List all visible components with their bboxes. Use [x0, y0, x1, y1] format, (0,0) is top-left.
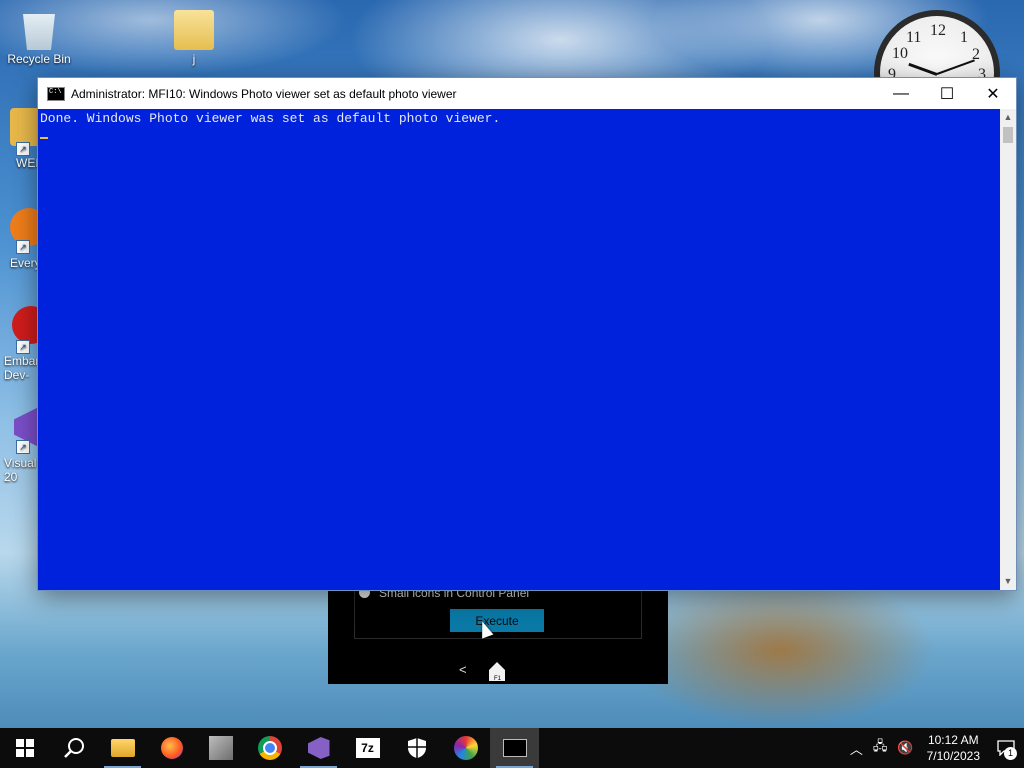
- recycle-bin-icon: [23, 14, 55, 50]
- mfi10-window: Small icons in Control Panel Execute < F…: [328, 586, 668, 684]
- command-prompt-icon: [502, 739, 527, 757]
- 7zip-icon: 7z: [355, 738, 380, 758]
- clock-number: 11: [906, 29, 922, 46]
- taskbar-command-prompt[interactable]: [490, 728, 539, 768]
- color-wheel-icon: [453, 736, 478, 760]
- show-hidden-icons-chevron-icon[interactable]: ︿: [850, 739, 863, 758]
- back-button[interactable]: <: [459, 662, 467, 677]
- network-icon[interactable]: 🖧: [873, 737, 888, 759]
- taskbar-date: 7/10/2023: [926, 749, 980, 763]
- taskbar-chrome[interactable]: [245, 728, 294, 768]
- window-title: Administrator: MFI10: Windows Photo view…: [71, 86, 457, 101]
- volume-muted-icon[interactable]: 🔇: [897, 740, 913, 756]
- command-prompt-window[interactable]: Administrator: MFI10: Windows Photo view…: [38, 78, 1016, 590]
- shortcut-arrow-icon: ↗: [16, 240, 30, 254]
- taskbar-file-explorer[interactable]: [98, 728, 147, 768]
- start-button[interactable]: [0, 728, 49, 768]
- desktop-icon-folder-j[interactable]: j: [157, 10, 231, 66]
- console-output-area[interactable]: Done. Windows Photo viewer was set as de…: [38, 109, 1000, 590]
- title-bar[interactable]: Administrator: MFI10: Windows Photo view…: [38, 78, 1016, 109]
- app-icon: [208, 736, 233, 760]
- scroll-down-icon[interactable]: ▼: [1000, 573, 1016, 590]
- shortcut-arrow-icon: ↗: [16, 440, 30, 454]
- desktop-icon-recycle-bin[interactable]: Recycle Bin: [2, 10, 76, 66]
- shortcut-arrow-icon: ↗: [16, 142, 30, 156]
- visual-studio-icon: [307, 737, 330, 759]
- folder-icon: [174, 10, 214, 50]
- security-icon: [407, 738, 426, 758]
- windows-logo-icon: [15, 739, 34, 757]
- taskbar-color-app[interactable]: [441, 728, 490, 768]
- clock-number: 12: [930, 22, 946, 39]
- desktop-icon-label: Visual 20: [4, 456, 37, 484]
- vertical-scrollbar[interactable]: ▲ ▼: [1000, 109, 1016, 590]
- taskbar: 7z ︿ 🖧 🔇 10:12 AM 7/10/2023 1: [0, 728, 1024, 768]
- command-prompt-icon: [47, 86, 65, 101]
- taskbar-clock[interactable]: 10:12 AM 7/10/2023: [927, 732, 980, 764]
- scroll-up-icon[interactable]: ▲: [1000, 109, 1016, 126]
- text-cursor: [40, 137, 48, 139]
- taskbar-time: 10:12 AM: [927, 733, 979, 747]
- file-explorer-icon: [110, 739, 135, 757]
- clock-number: 10: [892, 45, 908, 62]
- taskbar-search-button[interactable]: [49, 728, 98, 768]
- taskbar-firefox[interactable]: [147, 728, 196, 768]
- clock-minute-hand: [936, 59, 975, 75]
- firefox-icon: [160, 737, 183, 759]
- taskbar-visual-studio[interactable]: [294, 728, 343, 768]
- system-tray: ︿ 🖧 🔇 10:12 AM 7/10/2023 1: [845, 728, 1024, 768]
- desktop-icon-label: Recycle Bin: [7, 52, 71, 66]
- action-center-button[interactable]: 1: [988, 728, 1024, 768]
- home-icon[interactable]: F1: [488, 660, 506, 682]
- taskbar-7zip[interactable]: 7z: [343, 728, 392, 768]
- maximize-button[interactable]: ☐: [924, 78, 970, 109]
- close-button[interactable]: ✕: [970, 78, 1016, 109]
- console-output-line: Done. Windows Photo viewer was set as de…: [40, 111, 501, 126]
- execute-button[interactable]: Execute: [450, 609, 544, 632]
- desktop-icon-label: j: [192, 52, 196, 66]
- clock-hour-hand: [908, 62, 938, 76]
- shortcut-arrow-icon: ↗: [16, 340, 30, 354]
- home-badge: F1: [494, 676, 502, 682]
- taskbar-security[interactable]: [392, 728, 441, 768]
- minimize-button[interactable]: —: [878, 78, 924, 109]
- scrollbar-thumb[interactable]: [1003, 127, 1013, 143]
- search-icon: [63, 738, 84, 758]
- chrome-icon: [257, 736, 282, 760]
- taskbar-app[interactable]: [196, 728, 245, 768]
- clock-number: 1: [960, 29, 968, 46]
- notification-count-badge: 1: [1004, 747, 1017, 760]
